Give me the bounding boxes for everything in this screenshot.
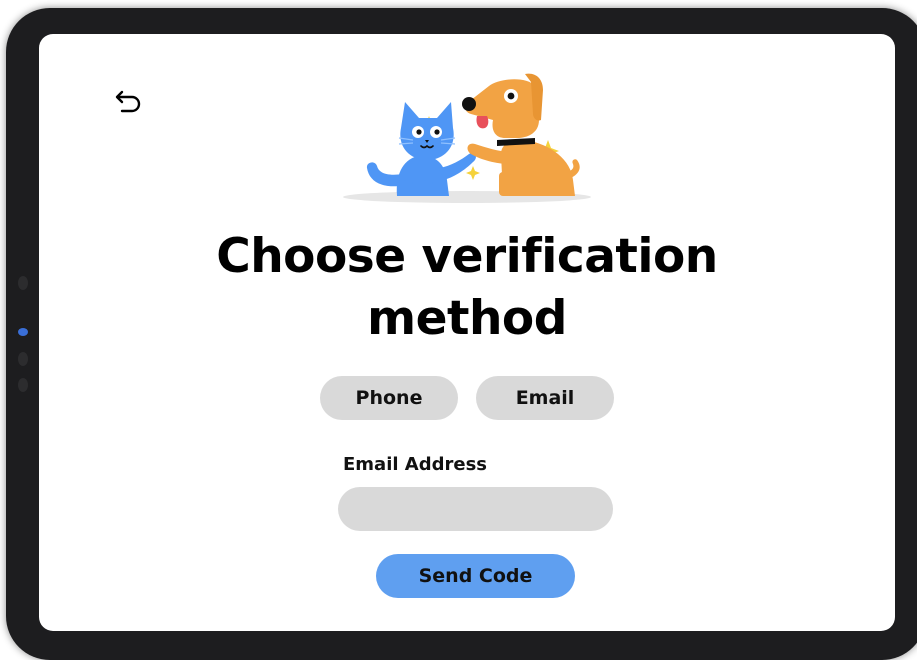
email-input[interactable] (338, 487, 613, 531)
dog-body (501, 139, 575, 196)
phone-method-button[interactable]: Phone (320, 376, 458, 420)
cat-arm (439, 152, 476, 180)
dog-head (465, 79, 539, 138)
email-method-button[interactable]: Email (476, 376, 614, 420)
page-title-line: method (367, 291, 567, 346)
hardware-button (18, 378, 28, 392)
hardware-button (18, 276, 28, 290)
back-button[interactable] (109, 84, 149, 120)
undo-arrow-icon (115, 90, 141, 113)
cat-and-dog-illustration (343, 73, 591, 203)
dog-tongue (476, 116, 489, 129)
hardware-indicator (18, 328, 28, 336)
page-title-line: Choose verification (216, 229, 718, 284)
hardware-button (18, 352, 28, 366)
send-code-button[interactable]: Send Code (376, 554, 575, 598)
sparkle-icon (466, 166, 480, 180)
page-title: Choose verification method (39, 226, 895, 350)
app-screen: Choose verification method Phone Email E… (39, 34, 895, 631)
cat-head (400, 102, 454, 160)
email-address-label: Email Address (343, 454, 488, 475)
